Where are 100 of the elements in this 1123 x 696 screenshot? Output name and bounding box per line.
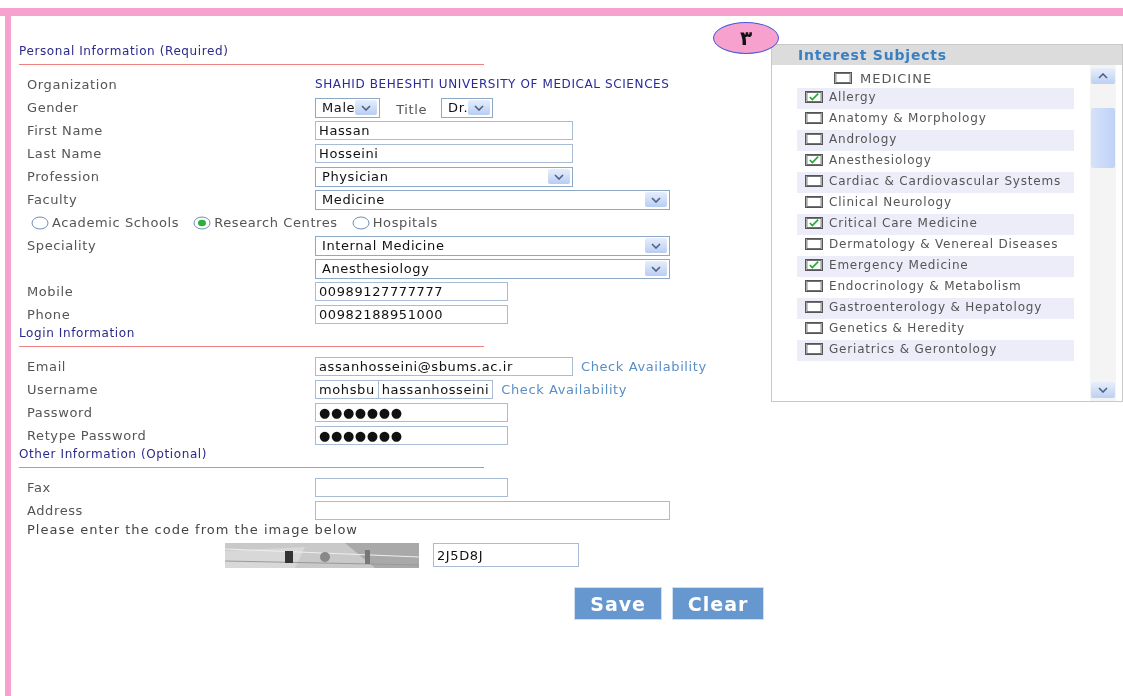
- organization-name: SHAHID BEHESHTI UNIVERSITY OF MEDICAL SCIENCES: [315, 78, 671, 91]
- checkbox[interactable]: [805, 322, 823, 334]
- checkbox[interactable]: [805, 259, 823, 271]
- subject-row[interactable]: Critical Care Medicine: [797, 214, 1074, 235]
- field-label: First Name: [27, 123, 104, 138]
- dropdown[interactable]: Dr.: [441, 97, 494, 118]
- subject-label: Allergy: [829, 90, 877, 104]
- radio-button[interactable]: [193, 215, 212, 230]
- subject-label: Geriatrics & Gerontology: [829, 342, 998, 356]
- subject-label: Dermatology & Venereal Diseases: [829, 237, 1059, 251]
- text-field[interactable]: assanhosseini@sbums.ac.ir: [315, 357, 573, 376]
- subject-label: Anatomy & Morphology: [829, 111, 987, 125]
- dropdown[interactable]: Male: [315, 97, 381, 118]
- caret-icon[interactable]: [548, 169, 570, 184]
- caret-icon[interactable]: [645, 238, 667, 253]
- field-label: Address: [27, 503, 84, 518]
- checkbox[interactable]: [805, 301, 823, 313]
- check-availability-link[interactable]: Check Availability: [581, 359, 707, 374]
- panel-title: Interest Subjects: [772, 45, 1122, 65]
- field-label: Username: [27, 382, 100, 397]
- subject-row[interactable]: Andrology: [797, 130, 1074, 151]
- text-field[interactable]: ●●●●●●●: [315, 403, 508, 422]
- dropdown[interactable]: Internal Medicine: [315, 235, 670, 256]
- checkbox[interactable]: [805, 91, 823, 103]
- subject-row[interactable]: Cardiac & Cardiovascular Systems: [797, 172, 1074, 193]
- dropdown[interactable]: Anesthesiology: [315, 258, 670, 279]
- caret-icon[interactable]: [645, 261, 667, 276]
- checkbox[interactable]: [805, 343, 823, 355]
- field-label: Phone: [27, 307, 72, 322]
- field-label: Faculty: [27, 192, 79, 207]
- dropdown[interactable]: Physician: [315, 166, 573, 187]
- section-title: Other Information (Optional): [19, 447, 209, 461]
- captcha-field[interactable]: 2J5D8J: [433, 543, 579, 567]
- text-field[interactable]: [315, 478, 508, 497]
- text-field[interactable]: 00989127777777: [315, 282, 508, 301]
- field-label: Speciality: [27, 238, 98, 253]
- scroll-up-icon[interactable]: [1091, 68, 1115, 84]
- subject-label: Cardiac & Cardiovascular Systems: [829, 174, 1062, 188]
- captcha-instruction: Please enter the code from the image below: [26, 522, 359, 539]
- subject-label: Gastroenterology & Hepatology: [829, 300, 1043, 314]
- scroll-thumb[interactable]: [1091, 108, 1115, 168]
- subject-row[interactable]: Emergency Medicine: [797, 256, 1074, 277]
- subject-label: Emergency Medicine: [829, 258, 969, 272]
- section-title: Login Information: [19, 326, 136, 340]
- text-field[interactable]: 00982188951000: [315, 305, 508, 324]
- checkbox[interactable]: [805, 238, 823, 250]
- checkbox[interactable]: [805, 154, 823, 166]
- scroll-down-icon[interactable]: [1091, 382, 1115, 398]
- text-field[interactable]: hassanhosseini: [378, 380, 494, 399]
- caret-icon[interactable]: [645, 192, 667, 207]
- dropdown[interactable]: Medicine: [315, 189, 670, 210]
- radio-button[interactable]: [31, 215, 49, 230]
- subject-row[interactable]: Anesthesiology: [797, 151, 1074, 172]
- subject-label: Clinical Neurology: [829, 195, 952, 209]
- subject-label: Genetics & Heredity: [829, 321, 965, 335]
- subject-row[interactable]: Endocrinology & Metabolism: [797, 277, 1074, 298]
- subject-row[interactable]: Dermatology & Venereal Diseases: [797, 235, 1074, 256]
- field-label: Profession: [27, 169, 101, 184]
- subject-row[interactable]: Genetics & Heredity: [797, 319, 1074, 340]
- field-label: Retype Password: [27, 428, 148, 443]
- radio-button[interactable]: [351, 215, 370, 230]
- text-field[interactable]: Hosseini: [315, 144, 573, 163]
- checkbox[interactable]: [805, 112, 823, 124]
- section-title: Personal Information (Required): [19, 44, 230, 58]
- subject-label: Endocrinology & Metabolism: [829, 279, 1022, 293]
- subject-row[interactable]: Allergy: [797, 88, 1074, 109]
- checkbox[interactable]: [805, 217, 823, 229]
- subject-row[interactable]: Gastroenterology & Hepatology: [797, 298, 1074, 319]
- text-field[interactable]: [315, 501, 670, 520]
- field-label: Email: [27, 359, 68, 374]
- text-field[interactable]: Hassan: [315, 121, 573, 140]
- scrollbar[interactable]: [1090, 65, 1116, 401]
- subject-label: Anesthesiology: [829, 153, 932, 167]
- radio-label: Hospitals: [372, 215, 438, 230]
- field-label: Organization: [27, 77, 119, 92]
- field-label: Password: [27, 405, 94, 420]
- field-label: Title: [396, 101, 428, 117]
- checkbox[interactable]: [805, 280, 823, 292]
- group-label: MEDICINE: [860, 70, 933, 86]
- radio-label: Research Centres: [214, 215, 338, 230]
- checkbox[interactable]: [834, 72, 852, 84]
- field-label: Fax: [27, 480, 52, 495]
- radio-label: Academic Schools: [52, 215, 180, 230]
- field-label: Last Name: [27, 146, 103, 161]
- subject-row[interactable]: Clinical Neurology: [797, 193, 1074, 214]
- subject-label: Andrology: [829, 132, 898, 146]
- caret-icon[interactable]: [468, 100, 491, 115]
- subject-row[interactable]: Geriatrics & Gerontology: [797, 340, 1074, 361]
- field-label: Gender: [27, 100, 80, 115]
- step-badge: ۳: [713, 22, 779, 54]
- checkbox[interactable]: [805, 196, 823, 208]
- subject-label: Critical Care Medicine: [829, 216, 978, 230]
- check-availability-link[interactable]: Check Availability: [501, 382, 628, 397]
- caret-icon[interactable]: [355, 100, 378, 115]
- subject-row[interactable]: Anatomy & Morphology: [797, 109, 1074, 130]
- text-field[interactable]: ●●●●●●●: [315, 426, 508, 445]
- checkbox[interactable]: [805, 175, 823, 187]
- text-field[interactable]: mohsbu: [315, 380, 379, 399]
- field-label: Mobile: [27, 284, 75, 299]
- checkbox[interactable]: [805, 133, 823, 145]
